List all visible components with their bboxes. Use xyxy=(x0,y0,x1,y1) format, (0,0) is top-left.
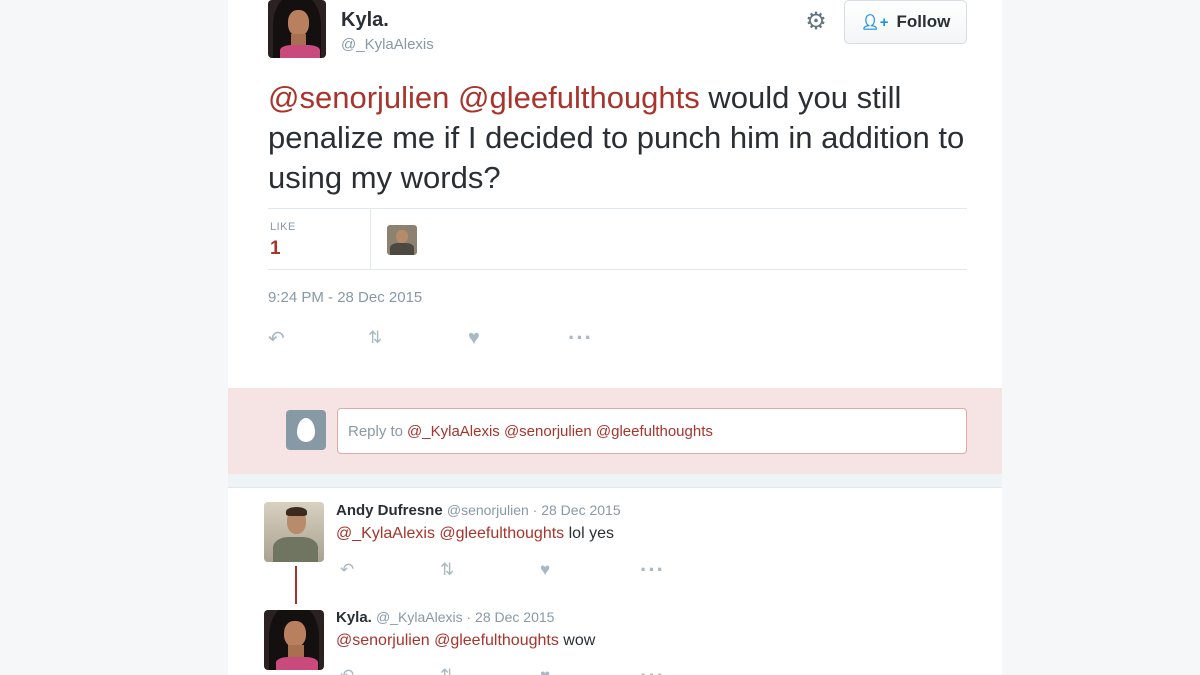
mention-link[interactable]: @gleefulthoughts xyxy=(458,80,700,115)
thread-connector xyxy=(295,566,297,604)
reply-author-name[interactable]: Kyla. xyxy=(336,609,372,626)
liker-avatar[interactable] xyxy=(387,225,417,255)
stats-divider xyxy=(370,209,371,269)
heart-icon[interactable]: ♥ xyxy=(540,664,640,675)
mention-link[interactable]: @senorjulien xyxy=(268,80,449,115)
user-avatar xyxy=(286,410,326,450)
tweet-actions: ↶ ⇅ ♥ ··· xyxy=(268,325,668,350)
follow-button[interactable]: 👤︎+ Follow xyxy=(844,0,967,44)
reply-header: Andy Dufresne @senorjulien · 28 Dec 2015 xyxy=(336,502,621,519)
author-handle[interactable]: @_KylaAlexis xyxy=(341,36,434,53)
reply-area: Reply to @_KylaAlexis @senorjulien @glee… xyxy=(228,388,1002,474)
more-icon[interactable]: ··· xyxy=(640,663,740,675)
author-avatar[interactable] xyxy=(268,0,326,58)
gear-icon[interactable]: ⚙ xyxy=(802,8,830,36)
reply-body: wow xyxy=(558,632,596,649)
follow-user-icon: 👤︎+ xyxy=(860,14,889,31)
reply-prefix: Reply to xyxy=(348,422,404,440)
retweet-icon[interactable]: ⇅ xyxy=(368,326,468,350)
reply-avatar[interactable] xyxy=(264,502,324,562)
reply-text: @_KylaAlexis @gleefulthoughts lol yes xyxy=(336,525,614,543)
more-icon[interactable]: ··· xyxy=(568,325,668,350)
reply-author-name[interactable]: Andy Dufresne xyxy=(336,502,443,519)
reply-icon[interactable]: ↶ xyxy=(340,664,440,675)
reply-icon[interactable]: ↶ xyxy=(340,558,440,582)
tweet-text: @senorjulien @gleefulthoughts would you … xyxy=(268,78,978,198)
follow-label: Follow xyxy=(896,12,951,31)
reply-text: @senorjulien @gleefulthoughts wow xyxy=(336,632,595,650)
heart-icon[interactable]: ♥ xyxy=(468,326,568,350)
reply-input[interactable]: Reply to @_KylaAlexis @senorjulien @glee… xyxy=(337,408,967,454)
like-stat-count[interactable]: 1 xyxy=(270,238,281,260)
reply-body: lol yes xyxy=(564,525,614,542)
author-name[interactable]: Kyla. xyxy=(341,9,389,32)
reply-handle-date[interactable]: @_KylaAlexis · 28 Dec 2015 xyxy=(376,609,554,625)
tweet-panel: Kyla. @_KylaAlexis ⚙ 👤︎+ Follow @senorju… xyxy=(228,0,1002,675)
tweet-timestamp[interactable]: 9:24 PM - 28 Dec 2015 xyxy=(268,289,422,306)
mention-link[interactable]: @_KylaAlexis @gleefulthoughts xyxy=(336,525,564,542)
heart-icon[interactable]: ♥ xyxy=(540,558,640,582)
reply-actions: ↶ ⇅ ♥ ··· xyxy=(340,557,740,582)
reply-avatar[interactable] xyxy=(264,610,324,670)
reply-handle-date[interactable]: @senorjulien · 28 Dec 2015 xyxy=(447,502,621,518)
section-divider xyxy=(228,474,1002,488)
more-icon[interactable]: ··· xyxy=(640,557,740,582)
egg-icon xyxy=(297,418,315,442)
retweet-icon[interactable]: ⇅ xyxy=(440,664,540,675)
reply-icon[interactable]: ↶ xyxy=(268,326,368,350)
reply-header: Kyla. @_KylaAlexis · 28 Dec 2015 xyxy=(336,609,554,626)
reply-recipients: @_KylaAlexis @senorjulien @gleefulthough… xyxy=(407,422,713,440)
mention-link[interactable]: @senorjulien @gleefulthoughts xyxy=(336,632,559,649)
tweet-stats: LIKE 1 xyxy=(268,208,967,270)
reply-actions: ↶ ⇅ ♥ ··· xyxy=(340,663,740,675)
like-stat-label: LIKE xyxy=(270,221,296,233)
retweet-icon[interactable]: ⇅ xyxy=(440,558,540,582)
